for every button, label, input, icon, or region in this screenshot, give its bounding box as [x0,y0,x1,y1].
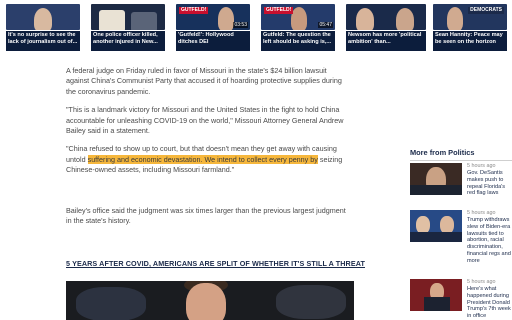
divider [410,160,512,161]
video-strip: It's no surprise to see the lack of jour… [0,0,512,52]
video-caption[interactable]: Sean Hannity: Peace may be seen on the h… [433,31,507,51]
show-logo: DEMOCRATS [468,7,504,14]
video-card[interactable]: GUTFELD! 05:47 Gutfeld: The question the… [261,4,335,51]
story-headline[interactable]: Here's what happened during President Do… [467,286,512,320]
video-caption[interactable]: 'Gutfeld!': Hollywood ditches DEI [176,31,250,51]
article-paragraph-quote: "China refused to show up to court, but … [66,144,348,175]
show-logo: GUTFELD! [264,7,294,14]
article-paragraph: A federal judge on Friday ruled in favor… [66,66,342,96]
video-duration: 03:53 [233,22,248,28]
video-thumbnail[interactable] [346,4,426,30]
article-photo[interactable] [66,281,354,320]
story-headline[interactable]: Gov. DeSantis makes push to repeal Flori… [467,170,512,197]
show-logo: GUTFELD! [179,7,209,14]
video-caption[interactable]: One police officer killed, another injur… [91,31,165,51]
sidebar-header: More from Politics [410,148,512,157]
story-thumbnail[interactable] [410,210,462,242]
ad-gap [66,184,348,206]
story-time: 5 hours ago [467,210,496,216]
article-paragraph: "This is a landmark victory for Missouri… [66,105,344,136]
video-caption[interactable]: It's no surprise to see the lack of jour… [6,31,80,51]
video-thumbnail[interactable]: GUTFELD! 03:53 [176,4,250,30]
story-thumbnail[interactable] [410,163,462,195]
related-story-link[interactable]: 5 YEARS AFTER COVID, AMERICANS ARE SPLIT… [66,259,365,268]
video-card[interactable]: DEMOCRATS Sean Hannity: Peace may be see… [433,4,507,51]
video-thumbnail[interactable] [6,4,80,30]
video-thumbnail[interactable] [91,4,165,30]
article-paragraph: Bailey's office said the judgment was si… [66,205,346,226]
sidebar-story[interactable]: 5 hours ago Trump withdraws slew of Bide… [410,210,512,265]
video-caption[interactable]: Gutfeld: The question the left should be… [261,31,335,51]
video-thumbnail[interactable]: GUTFELD! 05:47 [261,4,335,30]
story-thumbnail[interactable] [410,279,462,311]
story-headline[interactable]: Trump withdraws slew of Biden-era lawsui… [467,217,512,265]
sidebar-title: More from Politics [410,148,475,157]
video-card[interactable]: Newsom has more 'political ambition' tha… [346,4,426,51]
sidebar-story[interactable]: 5 hours ago Gov. DeSantis makes push to … [410,163,512,215]
video-caption[interactable]: Newsom has more 'political ambition' tha… [346,31,426,51]
video-card[interactable]: GUTFELD! 03:53 'Gutfeld!': Hollywood dit… [176,4,250,51]
story-time: 5 hours ago [467,279,496,285]
article-body: A federal judge on Friday ruled in favor… [66,66,348,234]
sidebar-story[interactable]: 5 hours ago Here's what happened during … [410,279,512,320]
highlighted-text[interactable]: suffering and economic devastation. We i… [87,154,318,164]
video-card[interactable]: One police officer killed, another injur… [91,4,165,51]
story-time: 5 hours ago [467,163,496,169]
video-card[interactable]: It's no surprise to see the lack of jour… [6,4,80,51]
video-duration: 05:47 [318,22,333,28]
video-thumbnail[interactable]: DEMOCRATS [433,4,507,30]
